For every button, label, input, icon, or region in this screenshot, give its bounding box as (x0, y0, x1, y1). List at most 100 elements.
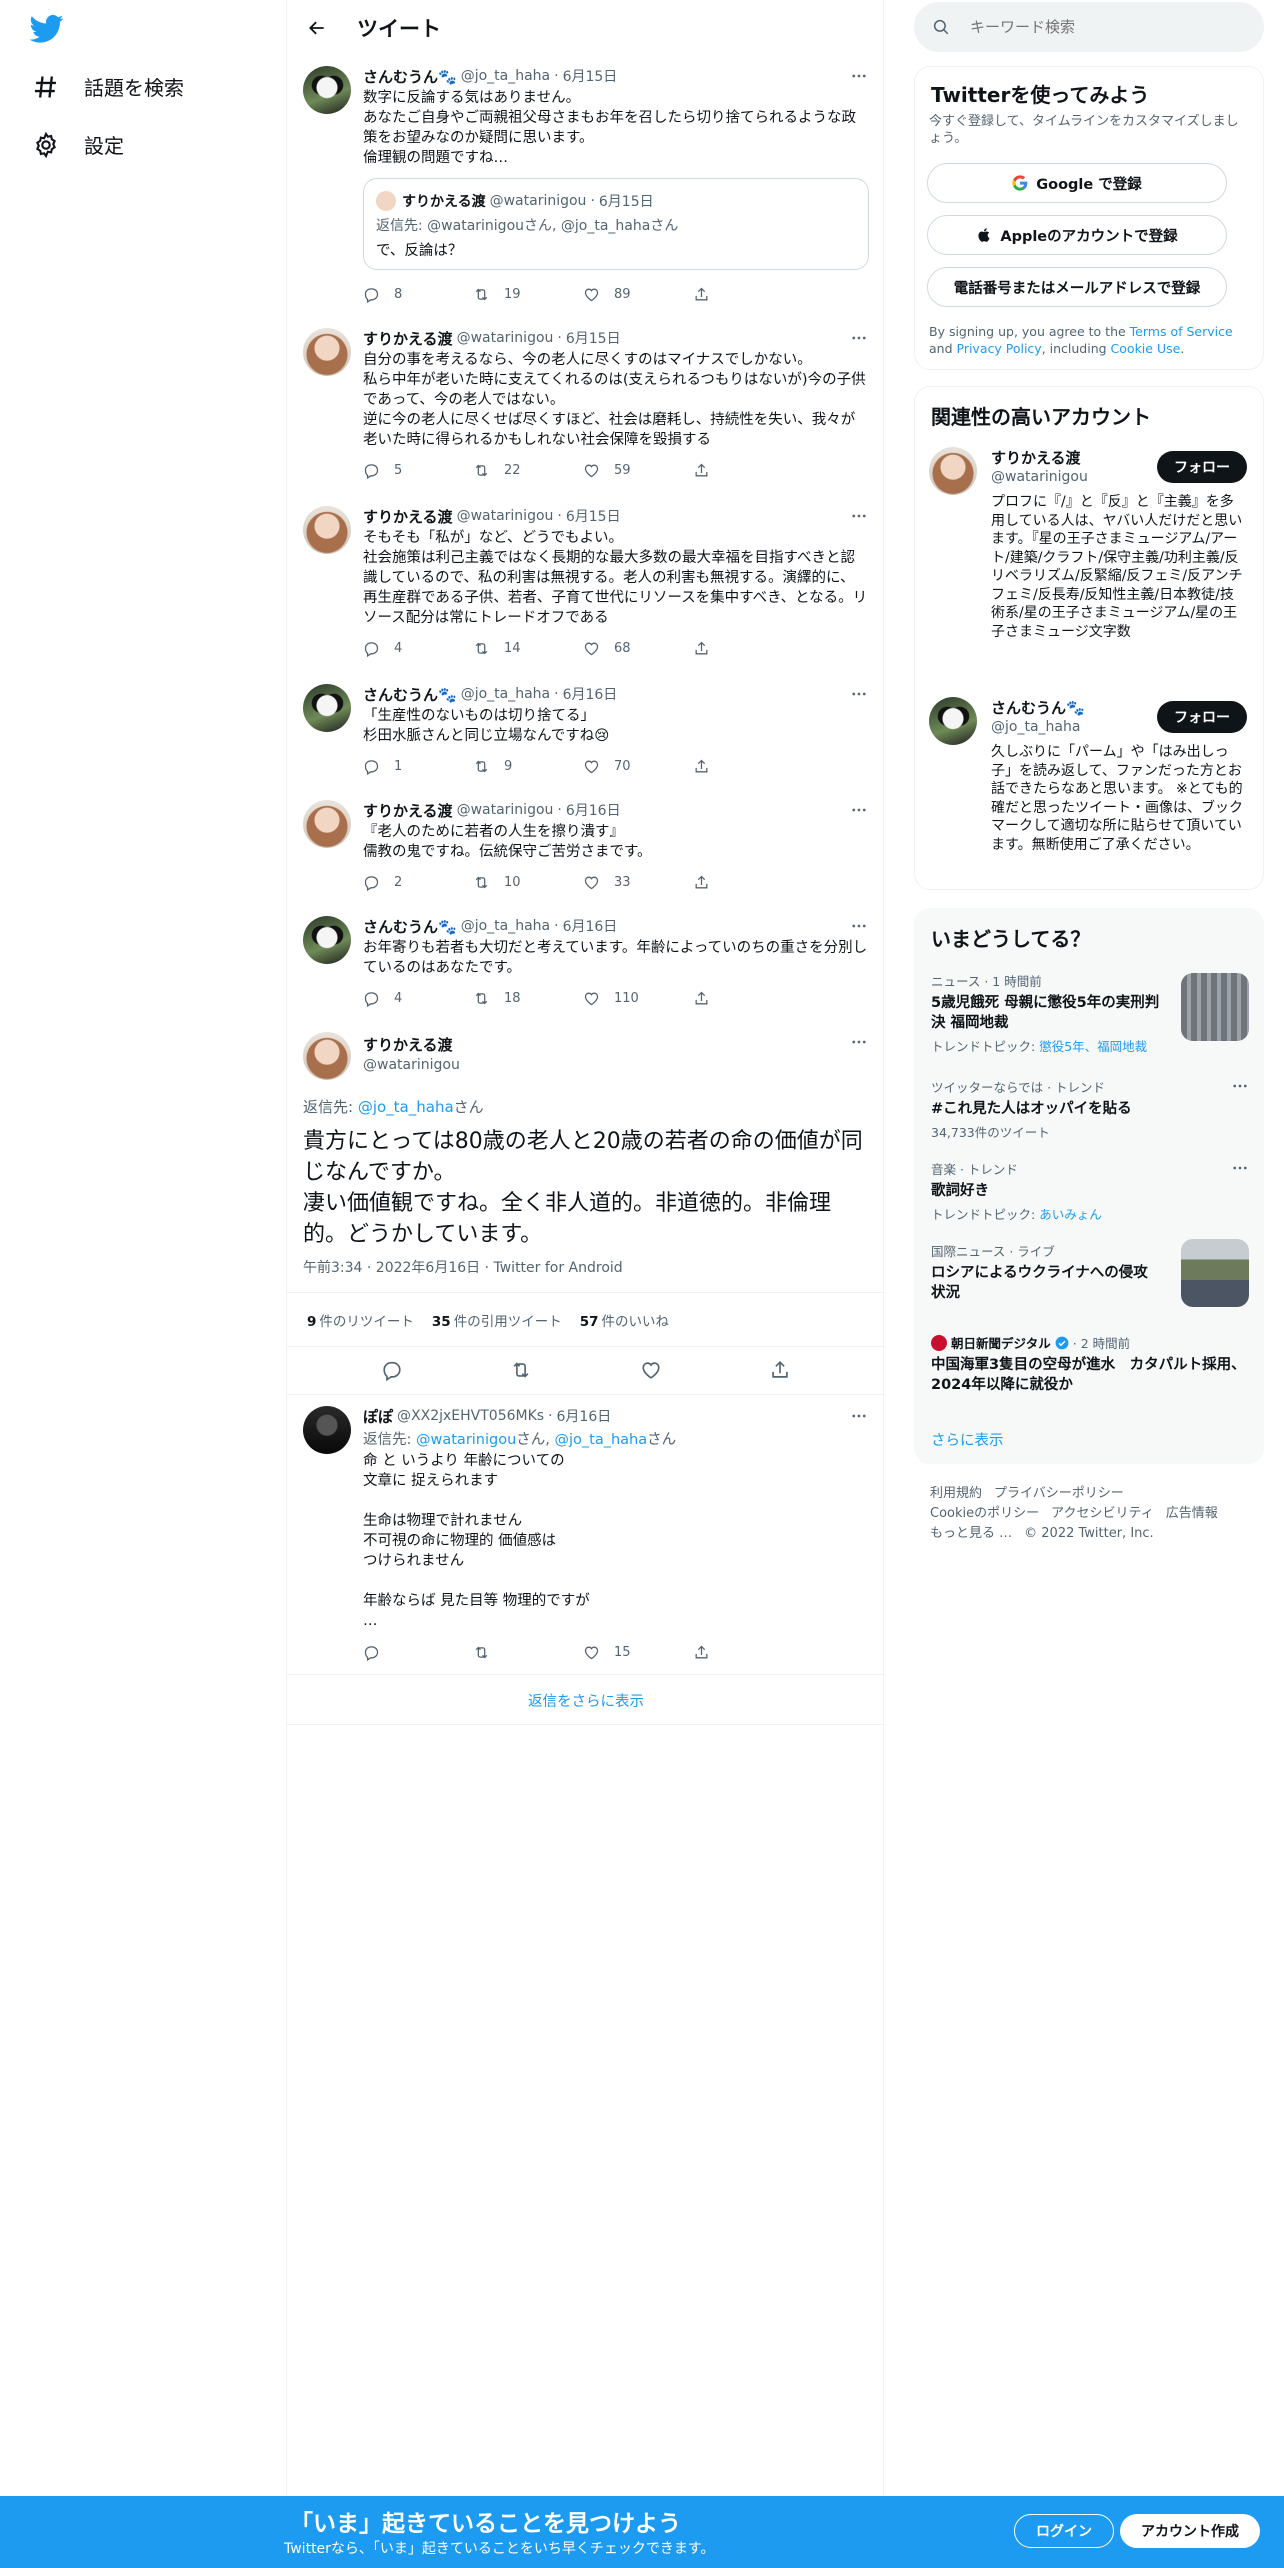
tweet-date[interactable]: 6月15日 (566, 328, 621, 348)
share-button[interactable] (693, 758, 710, 775)
avatar[interactable] (929, 697, 977, 745)
trend-sub-link[interactable]: 懲役5年、福岡地裁 (1039, 1039, 1147, 1054)
trend-more-button[interactable] (1231, 1077, 1249, 1099)
heart-icon[interactable] (640, 1359, 662, 1381)
reply-icon[interactable] (381, 1359, 403, 1381)
more-button[interactable] (847, 1032, 871, 1052)
like-button[interactable]: 70 (583, 758, 693, 775)
trend-more-button[interactable] (1231, 1159, 1249, 1181)
cookie-link[interactable]: Cookie Use (1111, 341, 1181, 356)
nav-settings[interactable]: 設定 (32, 130, 124, 159)
avatar[interactable] (303, 506, 351, 554)
retweet-button[interactable]: 19 (473, 286, 583, 303)
nav-explore[interactable]: 話題を検索 (32, 72, 184, 101)
trend-item[interactable]: 国際ニュース · ライブ ロシアによるウクライナへの侵攻状況 (931, 1239, 1249, 1311)
retweet-button[interactable]: 9 (473, 758, 583, 775)
reply-user-link[interactable]: @watarinigou (416, 1432, 516, 1448)
tweet-date[interactable]: 6月15日 (563, 66, 618, 86)
like-button[interactable]: 110 (583, 990, 693, 1007)
google-signup-button[interactable]: Google で登録 (927, 163, 1227, 203)
author-name[interactable]: さんむうん🐾 (363, 66, 457, 87)
trend-item[interactable]: ツイッターならでは · トレンド #これ見た人はオッパイを貼る 34,733件の… (931, 1077, 1249, 1140)
author-name[interactable]: さんむうん🐾 (363, 916, 457, 937)
thread-tweet[interactable]: すりかえる渡 @watarinigou · 6月15日 自分の事を考えるなら、今… (287, 328, 885, 498)
back-button[interactable] (301, 12, 333, 44)
retweet-button[interactable]: 10 (473, 874, 583, 891)
like-button[interactable]: 68 (583, 640, 693, 657)
more-button[interactable] (847, 684, 871, 704)
signup-button[interactable]: アカウント作成 (1120, 2514, 1260, 2548)
thread-tweet[interactable]: さんむうん🐾 @jo_ta_haha · 6月15日 数字に反論する気はありませ… (287, 62, 885, 312)
show-more-replies-link[interactable]: 返信をさらに表示 (287, 1690, 885, 1711)
trend-item[interactable]: 朝日新聞デジタル · 2 時間前 中国海軍3隻目の空母が進水 カタパルト採用、2… (931, 1333, 1249, 1403)
avatar[interactable] (303, 1406, 351, 1454)
footer-link[interactable]: プライバシーポリシー (994, 1486, 1124, 1501)
author-name[interactable]: ぽぽ (363, 1406, 393, 1427)
footer-link[interactable]: もっと見る … (930, 1526, 1012, 1541)
more-button[interactable] (847, 328, 871, 348)
tweet-date[interactable]: 6月16日 (563, 684, 618, 704)
footer-link[interactable]: 広告情報 (1166, 1506, 1218, 1521)
thread-tweet[interactable]: さんむうん🐾 @jo_ta_haha · 6月16日 お年寄りも若者も大切だと考… (287, 916, 885, 1026)
retweet-button[interactable]: 14 (473, 640, 583, 657)
share-button[interactable] (693, 874, 710, 891)
share-button[interactable] (693, 640, 710, 657)
reply-button[interactable] (363, 1644, 473, 1661)
likes-stat[interactable]: 57 件のいいね (580, 1310, 669, 1330)
footer-link[interactable]: 利用規約 (930, 1486, 982, 1501)
quoted-tweet[interactable]: すりかえる渡 @watarinigou · 6月15日 返信先: @watari… (363, 178, 869, 270)
show-more-trends-link[interactable]: さらに表示 (931, 1429, 1004, 1450)
avatar[interactable] (303, 684, 351, 732)
privacy-link[interactable]: Privacy Policy (957, 341, 1042, 356)
more-button[interactable] (847, 916, 871, 936)
share-button[interactable] (693, 286, 710, 303)
reply-button[interactable]: 2 (363, 874, 473, 891)
like-button[interactable]: 59 (583, 462, 693, 479)
reply-button[interactable]: 5 (363, 462, 473, 479)
account-name[interactable]: さんむうん🐾 (991, 697, 1085, 718)
retweet-button[interactable]: 22 (473, 462, 583, 479)
trend-sub-link[interactable]: あいみょん (1039, 1207, 1102, 1222)
reply-button[interactable]: 1 (363, 758, 473, 775)
trend-item[interactable]: 音楽 · トレンド 歌詞好き トレンドトピック: あいみょん (931, 1159, 1249, 1222)
avatar[interactable] (303, 916, 351, 964)
login-button[interactable]: ログイン (1014, 2514, 1114, 2548)
thread-tweet[interactable]: すりかえる渡 @watarinigou · 6月15日 そもそも「私が」など、ど… (287, 506, 885, 676)
twitter-logo-icon[interactable] (30, 14, 64, 44)
reply-user-link[interactable]: @jo_ta_haha (555, 1432, 648, 1448)
phone-signup-button[interactable]: 電話番号またはメールアドレスで登録 (927, 267, 1227, 307)
avatar[interactable] (303, 66, 351, 114)
share-icon[interactable] (769, 1359, 791, 1381)
thread-tweet[interactable]: すりかえる渡 @watarinigou · 6月16日 『老人のために若者の人生… (287, 800, 885, 910)
author-name[interactable]: すりかえる渡 (363, 328, 453, 349)
reply-button[interactable]: 4 (363, 640, 473, 657)
retweet-icon[interactable] (510, 1359, 532, 1381)
avatar[interactable] (303, 328, 351, 376)
retweet-button[interactable] (473, 1644, 583, 1661)
follow-button[interactable]: フォロー (1157, 451, 1247, 483)
quotes-stat[interactable]: 35 件の引用ツイート (432, 1310, 562, 1330)
reply-tweet[interactable]: ぽぽ @XX2jxEHVT056MKs · 6月16日 返信先: @watari… (287, 1406, 885, 1662)
avatar[interactable] (303, 800, 351, 848)
tweet-date[interactable]: 6月16日 (566, 800, 621, 820)
account-name[interactable]: すりかえる渡 (991, 447, 1081, 468)
reply-button[interactable]: 4 (363, 990, 473, 1007)
tweet-date[interactable]: 6月16日 (557, 1406, 612, 1426)
more-button[interactable] (847, 1406, 871, 1426)
terms-link[interactable]: Terms of Service (1130, 324, 1233, 339)
more-button[interactable] (847, 506, 871, 526)
author-name[interactable]: すりかえる渡 (363, 1034, 869, 1055)
share-button[interactable] (693, 462, 710, 479)
more-button[interactable] (847, 800, 871, 820)
thread-tweet[interactable]: さんむうん🐾 @jo_ta_haha · 6月16日 「生産性のないものは切り捨… (287, 684, 885, 794)
follow-button[interactable]: フォロー (1157, 701, 1247, 733)
footer-link[interactable]: Cookieのポリシー (930, 1506, 1039, 1521)
reply-button[interactable]: 8 (363, 286, 473, 303)
share-button[interactable] (693, 990, 710, 1007)
author-name[interactable]: すりかえる渡 (363, 506, 453, 527)
search-box[interactable] (914, 2, 1264, 52)
tweet-date[interactable]: 6月15日 (566, 506, 621, 526)
apple-signup-button[interactable]: Appleのアカウントで登録 (927, 215, 1227, 255)
trend-item[interactable]: ニュース · 1 時間前 5歳児餓死 母親に懲役5年の実刑判決 福岡地裁 トレン… (931, 971, 1249, 1061)
like-button[interactable]: 89 (583, 286, 693, 303)
